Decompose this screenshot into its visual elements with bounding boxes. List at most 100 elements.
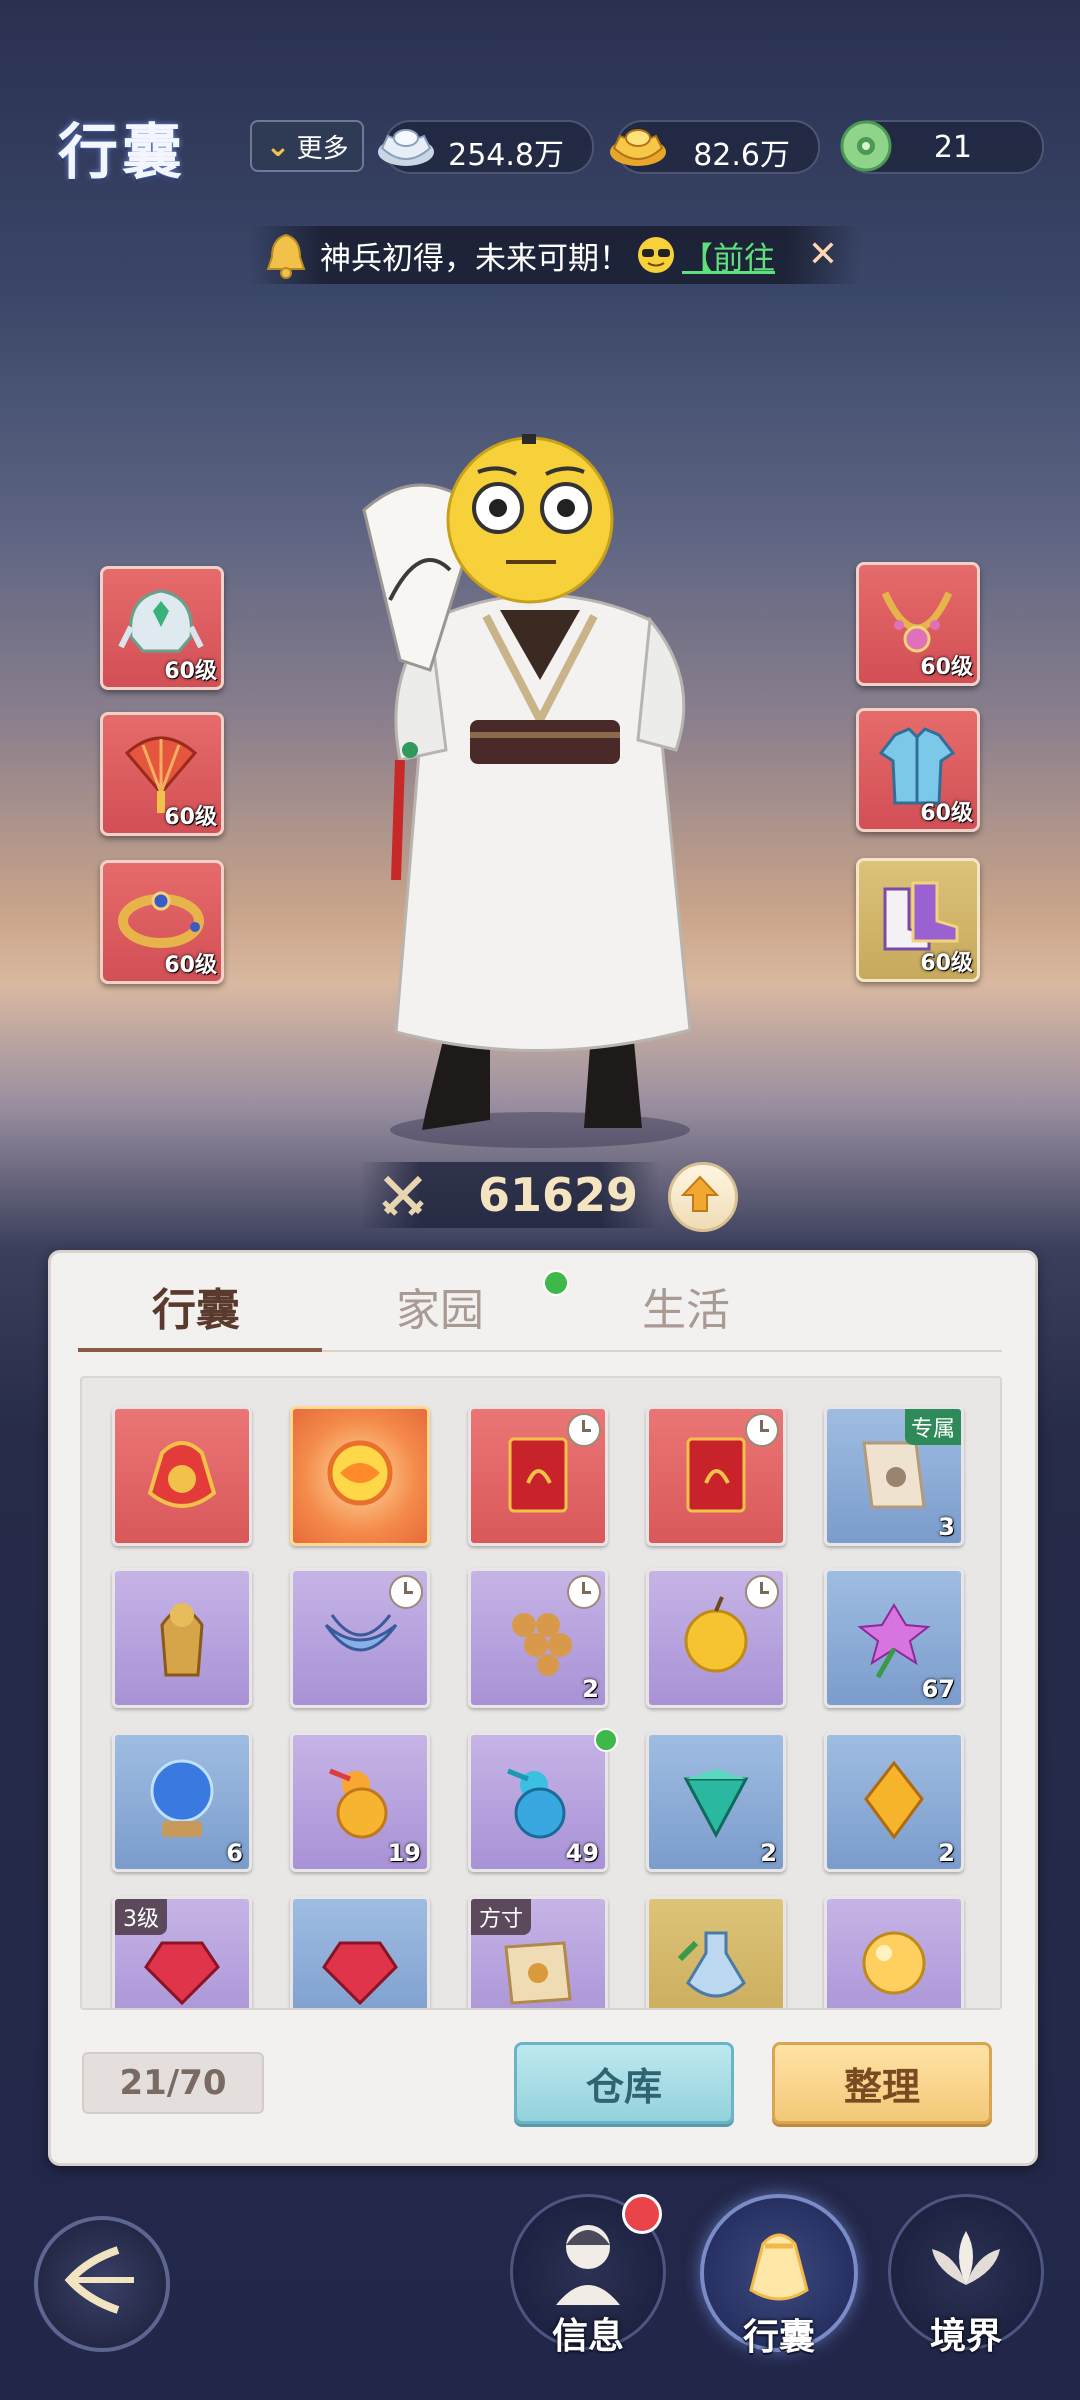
exclusive-tag: 专属 [904,1409,961,1445]
item-slot[interactable] [290,1896,430,2008]
jade-value: 21 [933,130,972,165]
nav-bag[interactable]: 行囊 [700,2194,858,2358]
green-gem-icon [683,1769,749,1839]
notification-dot [622,2194,662,2234]
item-slot[interactable]: 19 [290,1732,430,1872]
item-count: 67 [921,1675,955,1703]
notice-banner[interactable]: 神兵初得，未来可期！ 【前往 ✕ [250,226,860,284]
clock-icon [389,1575,423,1609]
tab-bag[interactable]: 行囊 [152,1274,240,1338]
fire-orb-icon [327,1440,393,1506]
sunglasses-emoji-icon [638,237,674,273]
tab-active-indicator [78,1348,322,1352]
level-tag: 3级 [115,1899,167,1935]
clock-icon [567,1413,601,1447]
chevron-down-icon: ⌄ [265,128,291,164]
notice-link[interactable]: 【前往 [682,233,775,278]
red-gem-icon [322,1941,398,2006]
notice-text: 神兵初得，未来可期！ [320,240,630,277]
silver-currency[interactable]: 254.8万 [378,120,594,174]
more-label: 更多 [296,133,349,164]
tab-home[interactable]: 家园 [396,1274,484,1338]
gold-ingot-icon [610,129,666,166]
nav-label: 信息 [551,2316,624,2357]
item-slot[interactable]: 专属 3 [824,1406,964,1546]
slot-level: 60级 [164,953,217,978]
gold-value: 82.6万 [693,138,790,173]
golden-statue-icon [160,1603,204,1677]
item-slot[interactable] [290,1568,430,1708]
new-dot [543,1270,569,1296]
item-count: 6 [226,1839,243,1867]
item-grid: 专属 3 2 67 6 19 49 2 2 3级 方寸 [80,1376,1002,2010]
blue-gourd-icon [507,1768,566,1839]
item-slot[interactable] [646,1568,786,1708]
item-slot[interactable]: 2 [824,1732,964,1872]
item-count: 2 [582,1675,599,1703]
warehouse-button[interactable]: 仓库 [514,2042,734,2124]
clock-icon [745,1413,779,1447]
equip-slot-armor[interactable]: 60级 [856,708,980,832]
bag-icon [749,2233,809,2301]
slot-level: 60级 [920,801,973,826]
clock-icon [745,1575,779,1609]
silver-value: 254.8万 [448,138,564,173]
bell-icon [266,233,306,279]
item-count: 2 [938,1839,955,1867]
item-slot[interactable]: 67 [824,1568,964,1708]
back-button[interactable] [34,2216,170,2352]
equip-slot-boots[interactable]: 60级 [856,858,980,982]
equip-slot-helmet[interactable]: 60级 [100,566,224,690]
power-value: 61629 [478,1168,639,1222]
golden-pearl-icon [862,1931,926,1995]
item-slot[interactable]: 2 [646,1732,786,1872]
equip-slot-bracelet[interactable]: 60级 [100,860,224,984]
item-slot[interactable] [824,1896,964,2008]
character-portrait-icon [556,2225,620,2305]
arrow-up-icon [680,1175,720,1212]
item-count: 3 [938,1513,955,1541]
orange-gourd-icon [329,1768,388,1839]
character-model[interactable] [360,420,720,1150]
item-slot[interactable] [646,1896,786,2008]
slot-level: 60级 [920,655,973,680]
item-slot[interactable]: 方寸 [468,1896,608,2008]
combat-power: 61629 [360,1162,660,1228]
crystal-ball-icon [150,1759,214,1837]
red-pouch-icon [147,1441,217,1508]
gold-currency[interactable]: 82.6万 [610,120,820,174]
close-icon[interactable]: ✕ [808,234,838,275]
yellow-gem-icon [864,1760,924,1840]
tab-life[interactable]: 生活 [642,1274,730,1338]
potion-bottle-icon [677,1931,746,1998]
item-slot[interactable] [290,1406,430,1546]
jade-currency[interactable]: 21 [840,120,1044,174]
slot-level: 60级 [164,659,217,684]
slot-level: 60级 [164,805,217,830]
item-slot[interactable] [112,1568,252,1708]
item-count: 49 [565,1839,599,1867]
silver-ingot-icon [378,129,434,166]
item-slot[interactable] [112,1406,252,1546]
item-slot[interactable]: 49 [468,1732,608,1872]
sect-tag: 方寸 [471,1899,532,1935]
flower-icon [857,1603,931,1679]
back-arrow-icon [64,2246,134,2314]
item-slot[interactable]: 3级 [112,1896,252,2008]
nav-label: 境界 [929,2316,1002,2357]
nav-realm[interactable]: 境界 [888,2194,1044,2357]
sort-button[interactable]: 整理 [772,2042,992,2124]
lotus-icon [932,2231,1000,2285]
item-slot[interactable]: 6 [112,1732,252,1872]
item-slot[interactable] [646,1406,786,1546]
clock-icon [567,1575,601,1609]
more-button[interactable]: ⌄ 更多 [250,120,364,172]
new-item-dot [594,1728,618,1752]
item-slot[interactable] [468,1406,608,1546]
slot-level: 60级 [920,951,973,976]
equip-slot-necklace[interactable]: 60级 [856,562,980,686]
power-up-button[interactable] [668,1162,738,1232]
jade-coin-icon [840,120,892,172]
equip-slot-weapon[interactable]: 60级 [100,712,224,836]
item-slot[interactable]: 2 [468,1568,608,1708]
